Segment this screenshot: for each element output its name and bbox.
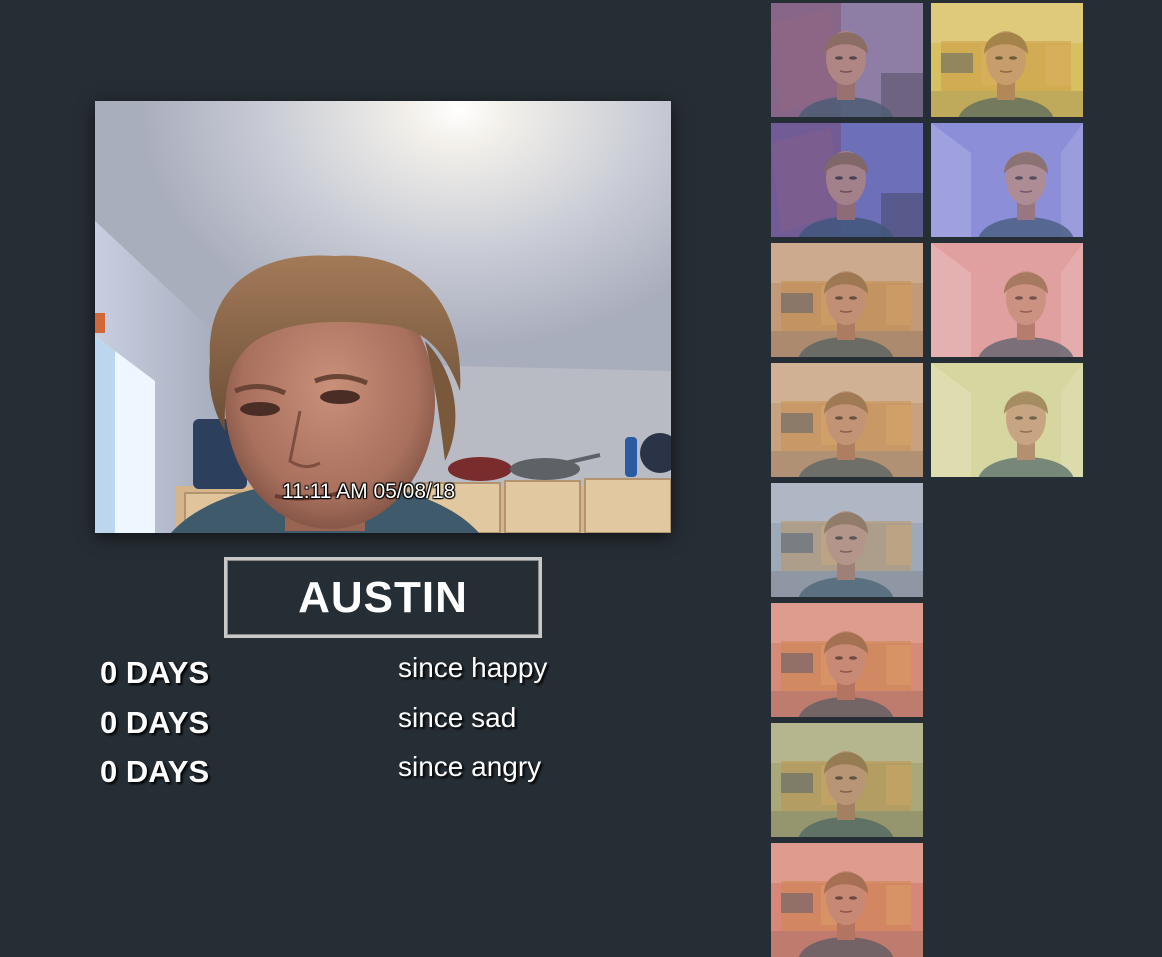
stat-row-happy: 0 DAYS since happy xyxy=(100,652,580,695)
since-label: since angry xyxy=(398,751,542,782)
thumbnail-photo[interactable] xyxy=(771,243,923,357)
main-webcam-photo: 11:11 AM 05/08/18 xyxy=(95,101,671,533)
days-count: 0 DAYS xyxy=(100,655,210,690)
thumbnail-image xyxy=(771,123,923,237)
thumbnail-image xyxy=(931,123,1083,237)
thumbnail-photo[interactable] xyxy=(771,363,923,477)
thumbnail-image xyxy=(931,363,1083,477)
photo-timestamp: 11:11 AM 05/08/18 xyxy=(282,480,456,503)
thumbnail-photo[interactable] xyxy=(931,123,1083,237)
thumbnail-photo[interactable] xyxy=(771,603,923,717)
thumbnail-image xyxy=(771,3,923,117)
thumbnail-photo[interactable] xyxy=(771,123,923,237)
thumbnail-photo[interactable] xyxy=(931,363,1083,477)
webcam-image xyxy=(95,101,671,533)
since-label: since happy xyxy=(398,652,548,683)
thumbnail-photo[interactable] xyxy=(771,843,923,957)
thumbnail-photo[interactable] xyxy=(771,483,923,597)
since-label: since sad xyxy=(398,702,517,733)
stat-row-angry: 0 DAYS since angry xyxy=(100,751,580,794)
thumbnail-image xyxy=(931,3,1083,117)
thumbnail-image xyxy=(771,723,923,837)
thumbnail-photo[interactable] xyxy=(771,723,923,837)
thumbnail-image xyxy=(771,843,923,957)
thumbnail-photo[interactable] xyxy=(931,3,1083,117)
days-count: 0 DAYS xyxy=(100,754,210,789)
stat-row-sad: 0 DAYS since sad xyxy=(100,702,580,745)
thumbnail-image xyxy=(771,363,923,477)
thumbnail-image xyxy=(771,483,923,597)
thumbnail-image xyxy=(771,603,923,717)
days-count: 0 DAYS xyxy=(100,705,210,740)
thumbnail-image xyxy=(931,243,1083,357)
person-name: AUSTIN xyxy=(224,557,542,638)
thumbnail-photo[interactable] xyxy=(931,243,1083,357)
thumbnail-image xyxy=(771,243,923,357)
thumbnail-photo[interactable] xyxy=(771,3,923,117)
